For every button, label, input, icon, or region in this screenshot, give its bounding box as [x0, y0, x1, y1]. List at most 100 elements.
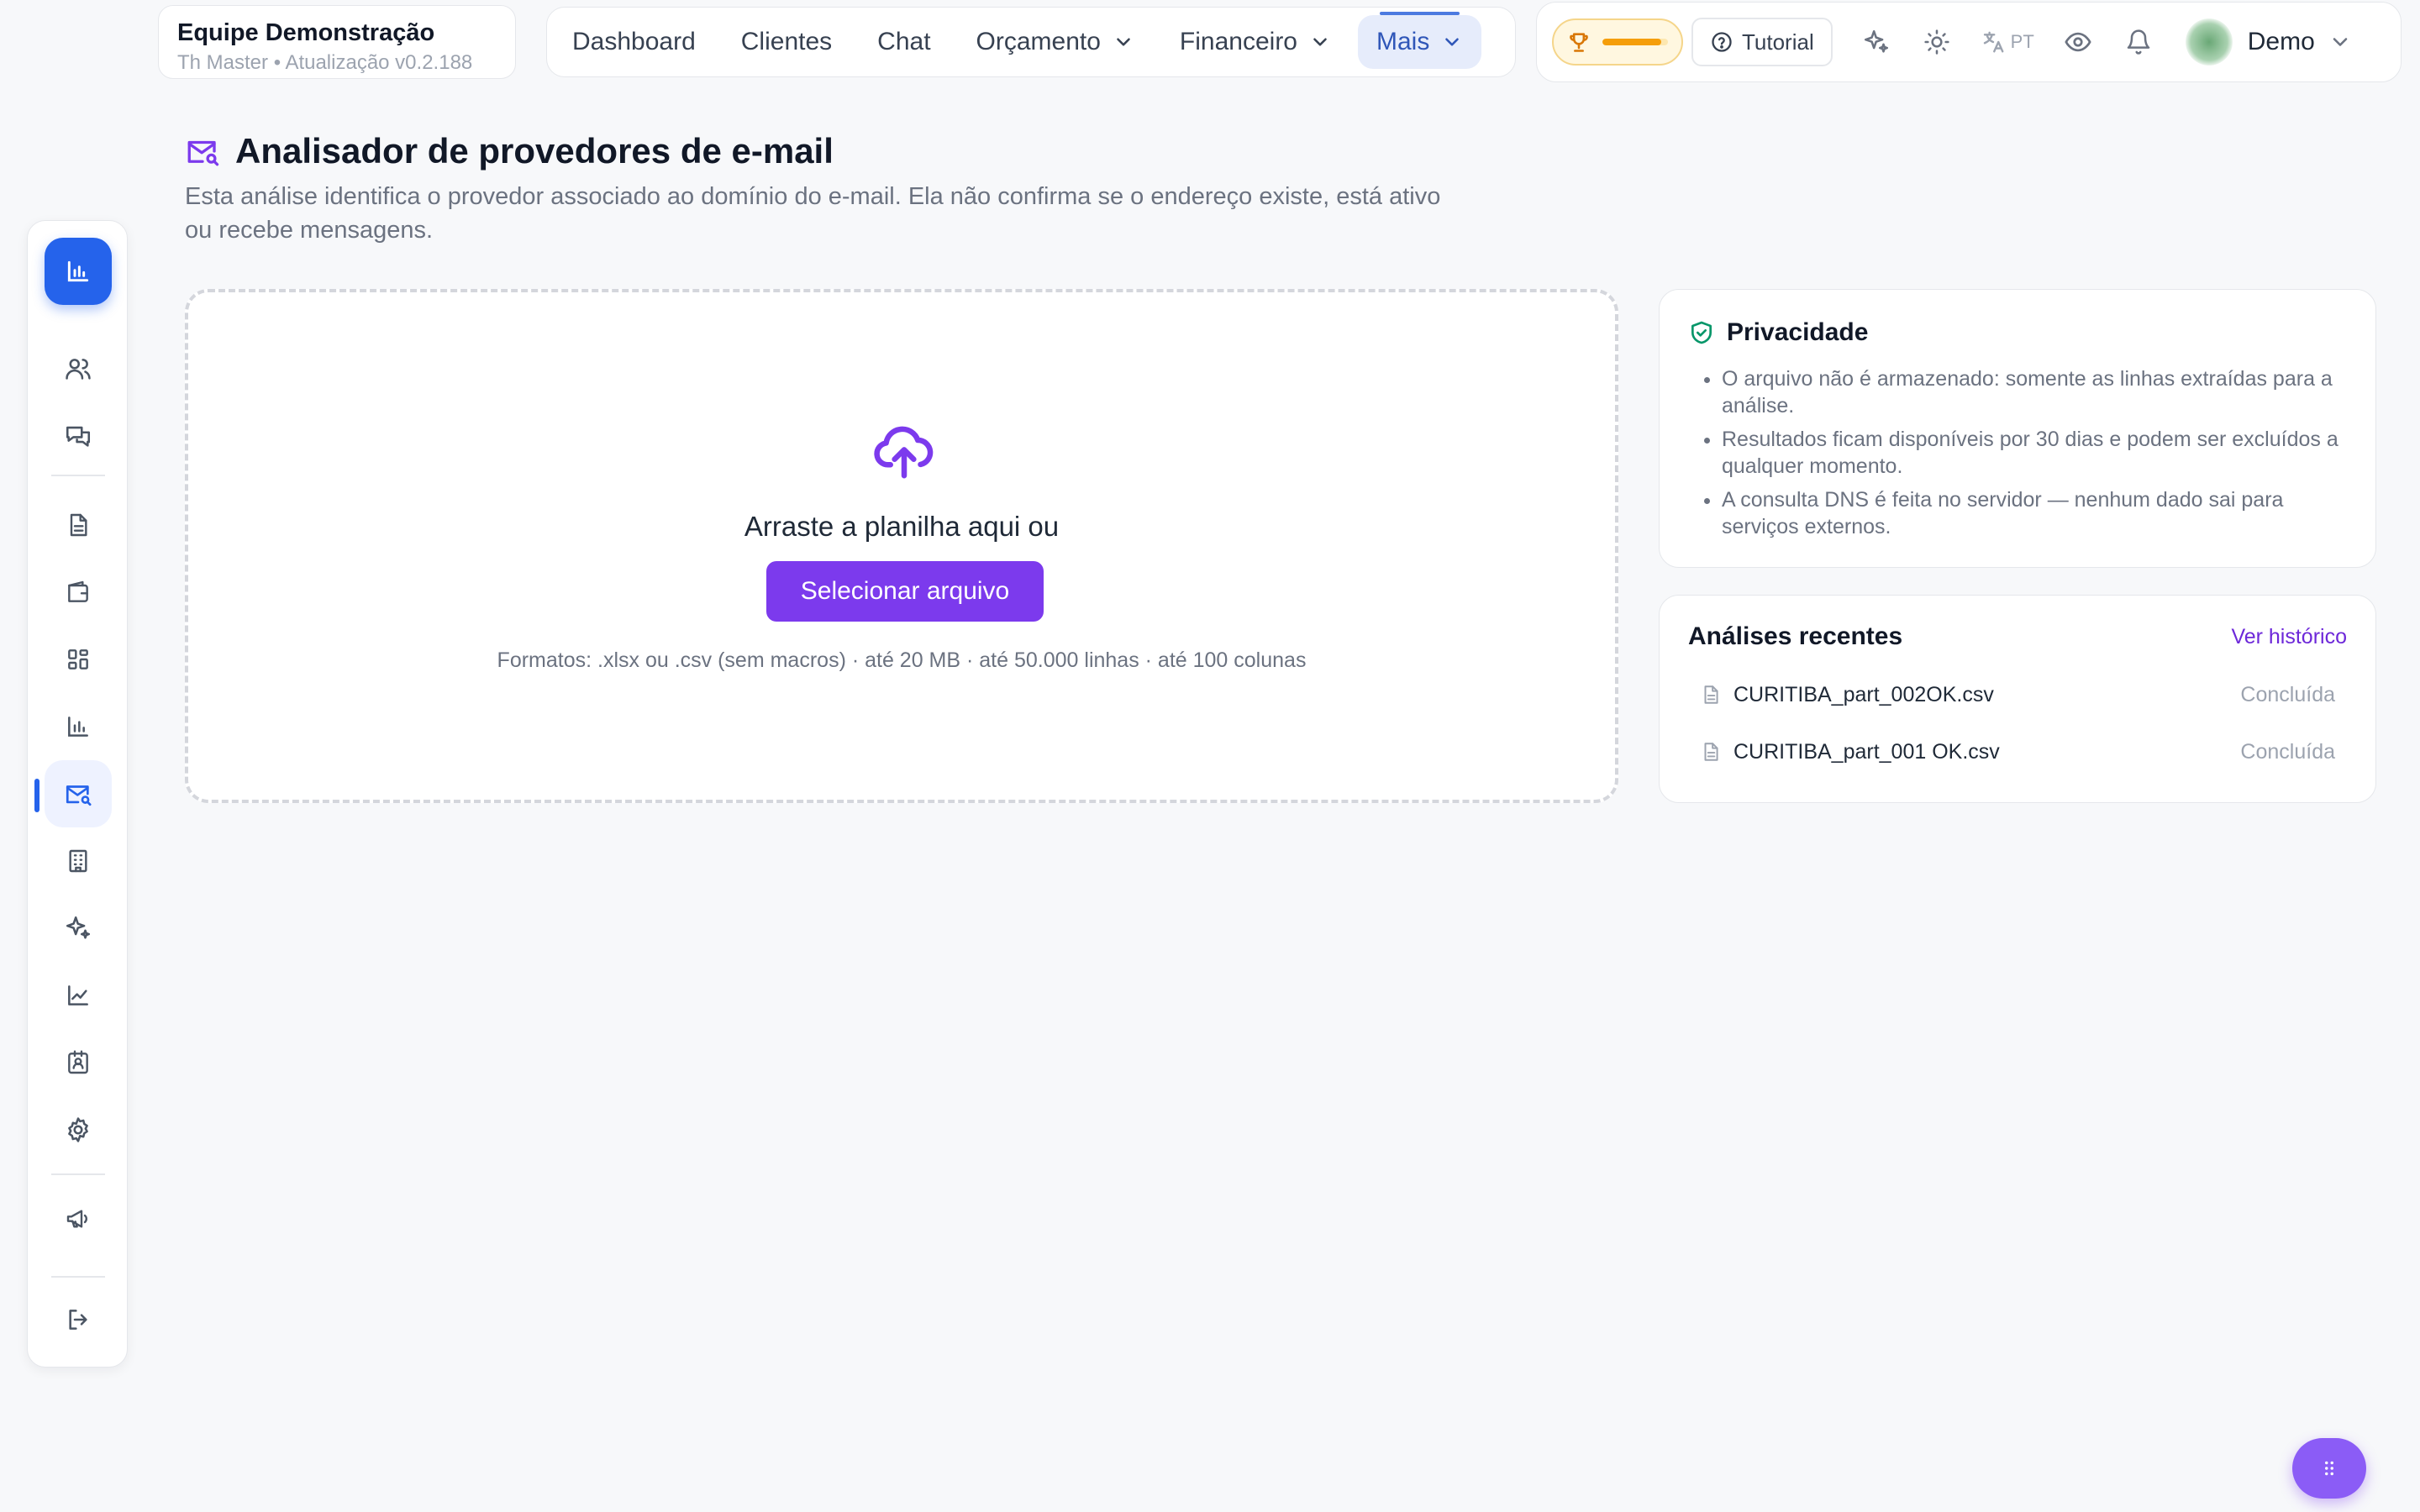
page-title: Analisador de provedores de e-mail — [235, 131, 834, 171]
nav-financeiro[interactable]: Financeiro — [1161, 15, 1349, 69]
nav-dashboard[interactable]: Dashboard — [554, 15, 714, 69]
bar-chart-icon — [67, 260, 89, 282]
notifications-button[interactable] — [2108, 12, 2169, 72]
contact-icon — [68, 1050, 88, 1074]
chevron-down-icon — [1445, 38, 1460, 46]
active-indicator — [34, 779, 39, 812]
sidebar — [27, 220, 128, 1368]
document-icon — [70, 513, 87, 537]
sidebar-item-company[interactable] — [45, 827, 112, 895]
logout-button[interactable] — [45, 1286, 112, 1353]
sidebar-divider — [51, 475, 105, 476]
sidebar-item-dashboard[interactable] — [45, 238, 112, 305]
sidebar-divider — [51, 1276, 105, 1278]
mail-search-icon — [66, 785, 92, 806]
sidebar-item-announcements[interactable] — [45, 1185, 112, 1252]
chat-icon — [66, 426, 91, 447]
privacy-title: Privacidade — [1727, 318, 1869, 346]
page-header: Analisador de provedores de e-mail — [185, 131, 834, 171]
recent-file-row[interactable]: CURITIBA_part_002OK.csv Concluída — [1688, 666, 2347, 723]
sidebar-item-apps[interactable] — [45, 626, 112, 693]
drop-instruction: Arraste a planilha aqui ou — [744, 511, 1060, 542]
user-toolbar: Tutorial PT Demo — [1536, 2, 2402, 82]
mail-search-icon — [187, 140, 219, 166]
sidebar-item-clients[interactable] — [45, 335, 112, 402]
select-file-button[interactable]: Selecionar arquivo — [766, 561, 1044, 622]
privacy-item: Resultados ficam disponíveis por 30 dias… — [1722, 426, 2347, 480]
nav-chat[interactable]: Chat — [859, 15, 949, 69]
help-circle-icon — [1712, 32, 1732, 52]
sidebar-item-chat[interactable] — [45, 402, 112, 470]
team-switcher[interactable]: Equipe Demonstração Th Master • Atualiza… — [158, 5, 516, 79]
recent-title: Análises recentes — [1688, 622, 1903, 650]
nav-label: Mais — [1376, 28, 1430, 55]
sidebar-item-analytics[interactable] — [45, 962, 112, 1029]
file-name: CURITIBA_part_002OK.csv — [1733, 682, 1994, 706]
privacy-list: O arquivo não é armazenado: somente as l… — [1688, 365, 2347, 540]
sidebar-item-documents[interactable] — [45, 491, 112, 559]
bar-chart-icon — [68, 717, 88, 737]
shield-check-icon — [1691, 321, 1712, 344]
sidebar-item-ai[interactable] — [45, 895, 112, 962]
logout-icon — [69, 1310, 87, 1330]
sidebar-divider — [51, 1173, 105, 1175]
team-subtitle: Th Master • Atualização v0.2.188 — [177, 51, 473, 74]
wallet-icon — [68, 580, 88, 602]
view-history-link[interactable]: Ver histórico — [2231, 625, 2347, 649]
cloud-upload-icon — [874, 426, 934, 479]
avatar[interactable] — [2185, 18, 2233, 66]
bell-icon — [2127, 29, 2150, 55]
sidebar-item-contacts[interactable] — [45, 1029, 112, 1096]
achievements-progress[interactable] — [1552, 18, 1683, 66]
translate-icon — [1983, 31, 2004, 53]
sidebar-item-wallet[interactable] — [45, 559, 112, 626]
sidebar-item-email-analyzer[interactable] — [45, 760, 112, 827]
language-switcher[interactable]: PT — [1967, 29, 2048, 55]
file-status: Concluída — [2240, 682, 2335, 706]
sparkles-icon — [1864, 29, 1888, 53]
nav-label: Orçamento — [976, 28, 1101, 55]
file-dropzone[interactable]: Arraste a planilha aqui ou Selecionar ar… — [185, 289, 1618, 803]
recent-analyses-card: Análises recentes Ver histórico CURITIBA… — [1659, 595, 2376, 803]
chevron-down-icon — [1117, 38, 1130, 46]
progress-track — [1602, 39, 1668, 45]
preview-button[interactable] — [2048, 12, 2108, 72]
sidebar-item-reports[interactable] — [45, 693, 112, 760]
privacy-card: Privacidade O arquivo não é armazenado: … — [1659, 289, 2376, 568]
users-icon — [66, 359, 91, 380]
trophy-icon — [1570, 33, 1588, 52]
theme-toggle[interactable] — [1907, 12, 1967, 72]
gear-icon — [68, 1117, 88, 1142]
apps-icon — [68, 649, 88, 669]
megaphone-icon — [66, 1210, 87, 1228]
accepted-formats: Formatos: .xlsx ou .csv (sem macros) · a… — [497, 648, 1307, 672]
nav-clientes[interactable]: Clientes — [723, 15, 850, 69]
nav-orcamento[interactable]: Orçamento — [958, 15, 1153, 69]
sun-icon — [1924, 29, 1949, 55]
file-icon — [1704, 743, 1718, 761]
chevron-down-icon[interactable] — [2328, 30, 2352, 54]
privacy-item: O arquivo não é armazenado: somente as l… — [1722, 365, 2347, 419]
sidebar-item-settings[interactable] — [45, 1096, 112, 1163]
file-status: Concluída — [2240, 739, 2335, 764]
tutorial-button[interactable]: Tutorial — [1691, 18, 1833, 66]
nav-label: Dashboard — [572, 28, 696, 55]
file-name: CURITIBA_part_001 OK.csv — [1733, 739, 2000, 764]
sparkles-icon — [66, 916, 91, 939]
main-nav: Dashboard Clientes Chat Orçamento Financ… — [546, 7, 1516, 77]
user-name[interactable]: Demo — [2248, 28, 2315, 56]
recent-file-row[interactable]: CURITIBA_part_001 OK.csv Concluída — [1688, 723, 2347, 780]
progress-fill — [1602, 39, 1662, 45]
nav-label: Financeiro — [1179, 28, 1297, 55]
nav-label: Clientes — [740, 28, 833, 55]
quick-actions-button[interactable] — [2292, 1438, 2366, 1499]
page-description: Esta análise identifica o provedor assoc… — [185, 183, 1441, 244]
language-code: PT — [2010, 31, 2034, 52]
nav-mais[interactable]: Mais — [1358, 12, 1482, 69]
building-icon — [69, 849, 87, 873]
grip-dots-icon — [2325, 1461, 2333, 1476]
ai-button[interactable] — [1846, 12, 1907, 72]
file-icon — [1704, 685, 1718, 704]
line-chart-icon — [68, 985, 88, 1005]
tutorial-label: Tutorial — [1742, 29, 1814, 55]
